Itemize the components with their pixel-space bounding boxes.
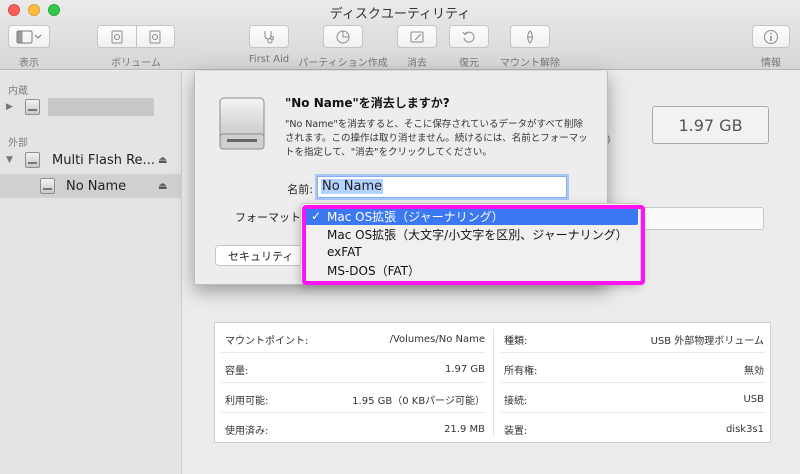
window-title: ディスクユーティリティ xyxy=(329,7,471,22)
info-value: 1.97 GB xyxy=(444,363,485,375)
name-input-value: No Name xyxy=(321,179,384,194)
restore-button[interactable] xyxy=(449,25,489,48)
info-value: USB xyxy=(743,393,764,405)
format-option-label: MS-DOS（FAT） xyxy=(327,263,421,278)
eject-icon[interactable]: ⏏ xyxy=(158,155,167,166)
format-dropdown-menu[interactable]: ✓ Mac OS拡張（ジャーナリング） Mac OS拡張（大文字/小文字を区別、… xyxy=(300,203,641,283)
view-label: 表示 xyxy=(19,58,39,69)
disk-drive-icon xyxy=(217,96,267,151)
format-option-label: Mac OS拡張（大文字/小文字を区別、ジャーナリング） xyxy=(327,227,628,242)
format-option-label: exFAT xyxy=(327,245,362,259)
info-label: 装置: xyxy=(504,425,528,437)
sidebar-item-no-name[interactable]: No Name ⏏ xyxy=(0,174,182,198)
sidebar: 内蔵 ▶ 外部 ▼ Multi Flash Re... ⏏ No Name ⏏ xyxy=(0,71,182,474)
format-label: フォーマット xyxy=(235,211,301,224)
add-volume-button[interactable] xyxy=(98,26,136,47)
info-label: 利用可能: xyxy=(225,395,269,407)
erase-label: 消去 xyxy=(407,58,427,69)
sidebar-toggle-icon xyxy=(16,30,42,44)
info-value: USB 外部物理ボリューム xyxy=(650,335,764,347)
info-label: 種類: xyxy=(504,335,528,347)
sidebar-item-internal-disk[interactable]: ▶ xyxy=(0,95,182,119)
volume-segmented-control[interactable] xyxy=(97,25,175,48)
add-volume-icon xyxy=(110,30,124,44)
info-value: disk3s1 xyxy=(725,423,764,435)
info-value: 1.95 GB（0 KBパージ可能） xyxy=(352,395,485,407)
info-label: 使用済み: xyxy=(225,425,269,437)
info-row-connection: 接続: USB xyxy=(494,385,772,413)
format-option-mac-os-case-sensitive[interactable]: Mac OS拡張（大文字/小文字を区別、ジャーナリング） xyxy=(303,225,638,243)
capacity-display: 1.97 GB xyxy=(652,106,769,144)
format-option-ms-dos-fat[interactable]: MS-DOS（FAT） xyxy=(303,261,638,279)
sidebar-item-label: Multi Flash Re... xyxy=(52,152,155,168)
format-option-exfat[interactable]: exFAT xyxy=(303,243,638,261)
stethoscope-icon xyxy=(261,29,277,45)
unmount-icon xyxy=(522,29,538,45)
info-value: 無効 xyxy=(744,365,764,377)
sidebar-item-multi-flash[interactable]: ▼ Multi Flash Re... ⏏ xyxy=(0,148,182,172)
info-label: 情報 xyxy=(761,58,781,69)
external-disk-icon xyxy=(25,152,40,168)
dialog-message: "No Name"を消去すると、そこに保存されているデータがすべて削除されます。… xyxy=(285,119,588,158)
info-value: 21.9 MB xyxy=(444,423,485,435)
info-table: マウントポイント: /Volumes/No Name 容量: 1.97 GB 利… xyxy=(214,322,771,443)
info-row-capacity: 容量: 1.97 GB xyxy=(215,355,493,383)
info-value: /Volumes/No Name xyxy=(389,333,485,345)
toolbar: ディスクユーティリティ 表示 ボリューム First Aid パーティション作成… xyxy=(0,0,800,70)
disclosure-down-icon[interactable]: ▼ xyxy=(6,155,13,165)
info-row-used: 使用済み: 21.9 MB xyxy=(215,415,493,443)
remove-volume-button[interactable] xyxy=(137,26,175,47)
info-label: 容量: xyxy=(225,365,249,377)
format-option-label: Mac OS拡張（ジャーナリング） xyxy=(327,209,504,224)
view-button[interactable] xyxy=(8,25,50,48)
info-row-type: 種類: USB 外部物理ボリューム xyxy=(494,325,772,353)
external-section-header: 外部 xyxy=(8,138,28,149)
name-input[interactable]: No Name xyxy=(317,176,567,198)
info-label: 接続: xyxy=(504,395,528,407)
disclosure-right-icon[interactable]: ▶ xyxy=(6,102,13,112)
erase-button[interactable] xyxy=(397,25,437,48)
info-row-mount-point: マウントポイント: /Volumes/No Name xyxy=(215,325,493,353)
info-row-available: 利用可能: 1.95 GB（0 KBパージ可能） xyxy=(215,385,493,413)
checkmark-icon: ✓ xyxy=(311,209,322,223)
info-button[interactable] xyxy=(752,25,790,48)
info-row-ownership: 所有権: 無効 xyxy=(494,355,772,383)
name-label: 名前: xyxy=(287,183,313,196)
partition-button[interactable] xyxy=(323,25,363,48)
info-icon xyxy=(763,29,779,45)
sidebar-item-label: No Name xyxy=(66,178,127,194)
info-label: 所有権: xyxy=(504,365,538,377)
pie-partition-icon xyxy=(335,29,351,45)
dialog-title: "No Name"を消去しますか? xyxy=(285,96,450,110)
format-option-mac-os-journaled[interactable]: ✓ Mac OS拡張（ジャーナリング） xyxy=(303,207,638,225)
info-label: マウントポイント: xyxy=(225,335,309,347)
restore-arrow-icon xyxy=(461,29,477,45)
remove-volume-icon xyxy=(148,30,162,44)
volume-label: ボリューム xyxy=(111,58,161,69)
erase-disk-icon xyxy=(409,29,425,45)
partition-label: パーティション作成 xyxy=(298,58,388,69)
internal-disk-icon xyxy=(25,99,40,115)
first-aid-button[interactable] xyxy=(249,25,289,48)
unmount-label: マウント解除 xyxy=(500,58,560,69)
eject-icon[interactable]: ⏏ xyxy=(158,181,167,192)
unmount-button[interactable] xyxy=(510,25,550,48)
volume-icon xyxy=(40,178,55,194)
info-row-device: 装置: disk3s1 xyxy=(494,415,772,443)
first-aid-label: First Aid xyxy=(248,54,290,65)
redacted-disk-name xyxy=(48,98,154,116)
restore-label: 復元 xyxy=(459,58,479,69)
